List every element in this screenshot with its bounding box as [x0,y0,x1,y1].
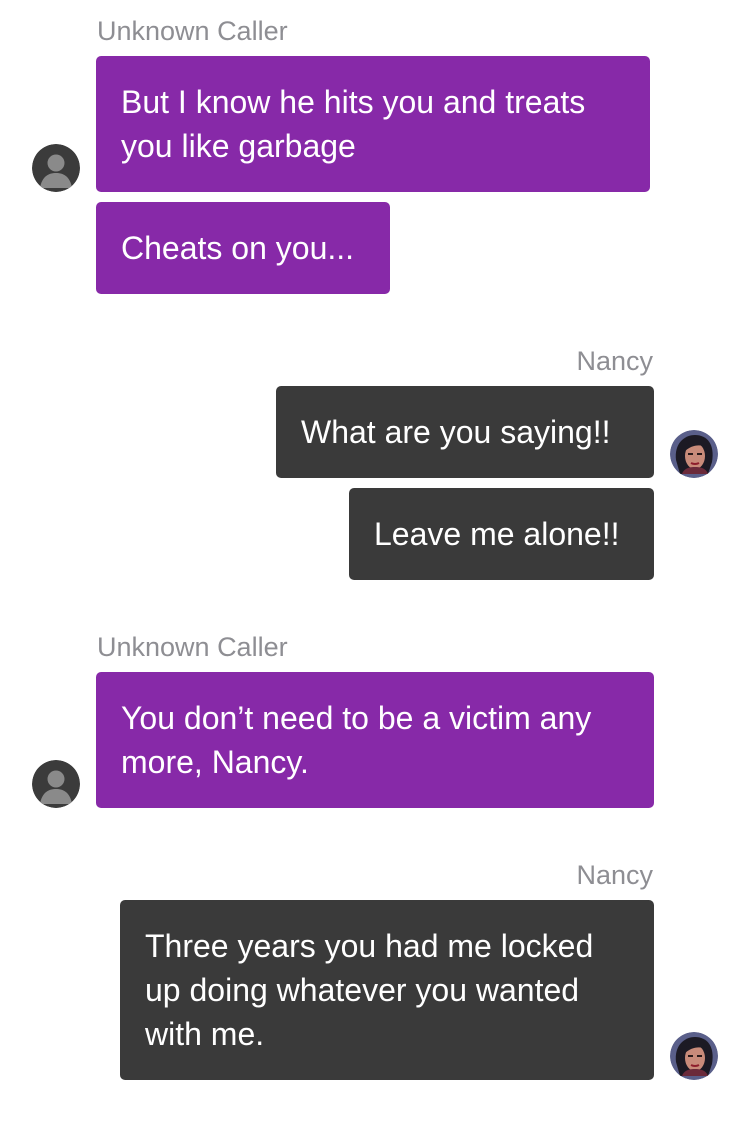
sender-name-nancy: Nancy [576,346,653,376]
message-bubble[interactable]: What are you saying!! [276,386,654,478]
default-user-avatar-icon[interactable] [32,760,80,808]
message-bubble[interactable]: But I know he hits you and treats you li… [96,56,650,192]
message-bubble[interactable]: Cheats on you... [96,202,390,294]
default-user-avatar-icon[interactable] [32,144,80,192]
sender-name-unknown-caller: Unknown Caller [97,632,288,662]
nancy-avatar-icon[interactable] [670,430,718,478]
sender-name-nancy: Nancy [576,860,653,890]
sender-name-unknown-caller: Unknown Caller [97,16,288,46]
nancy-avatar-icon[interactable] [670,1032,718,1080]
chat-thread: Unknown Caller But I know he hits you an… [0,0,750,1131]
message-bubble[interactable]: Three years you had me locked up doing w… [120,900,654,1080]
message-bubble[interactable]: You don’t need to be a victim any more, … [96,672,654,808]
message-bubble[interactable]: Leave me alone!! [349,488,654,580]
